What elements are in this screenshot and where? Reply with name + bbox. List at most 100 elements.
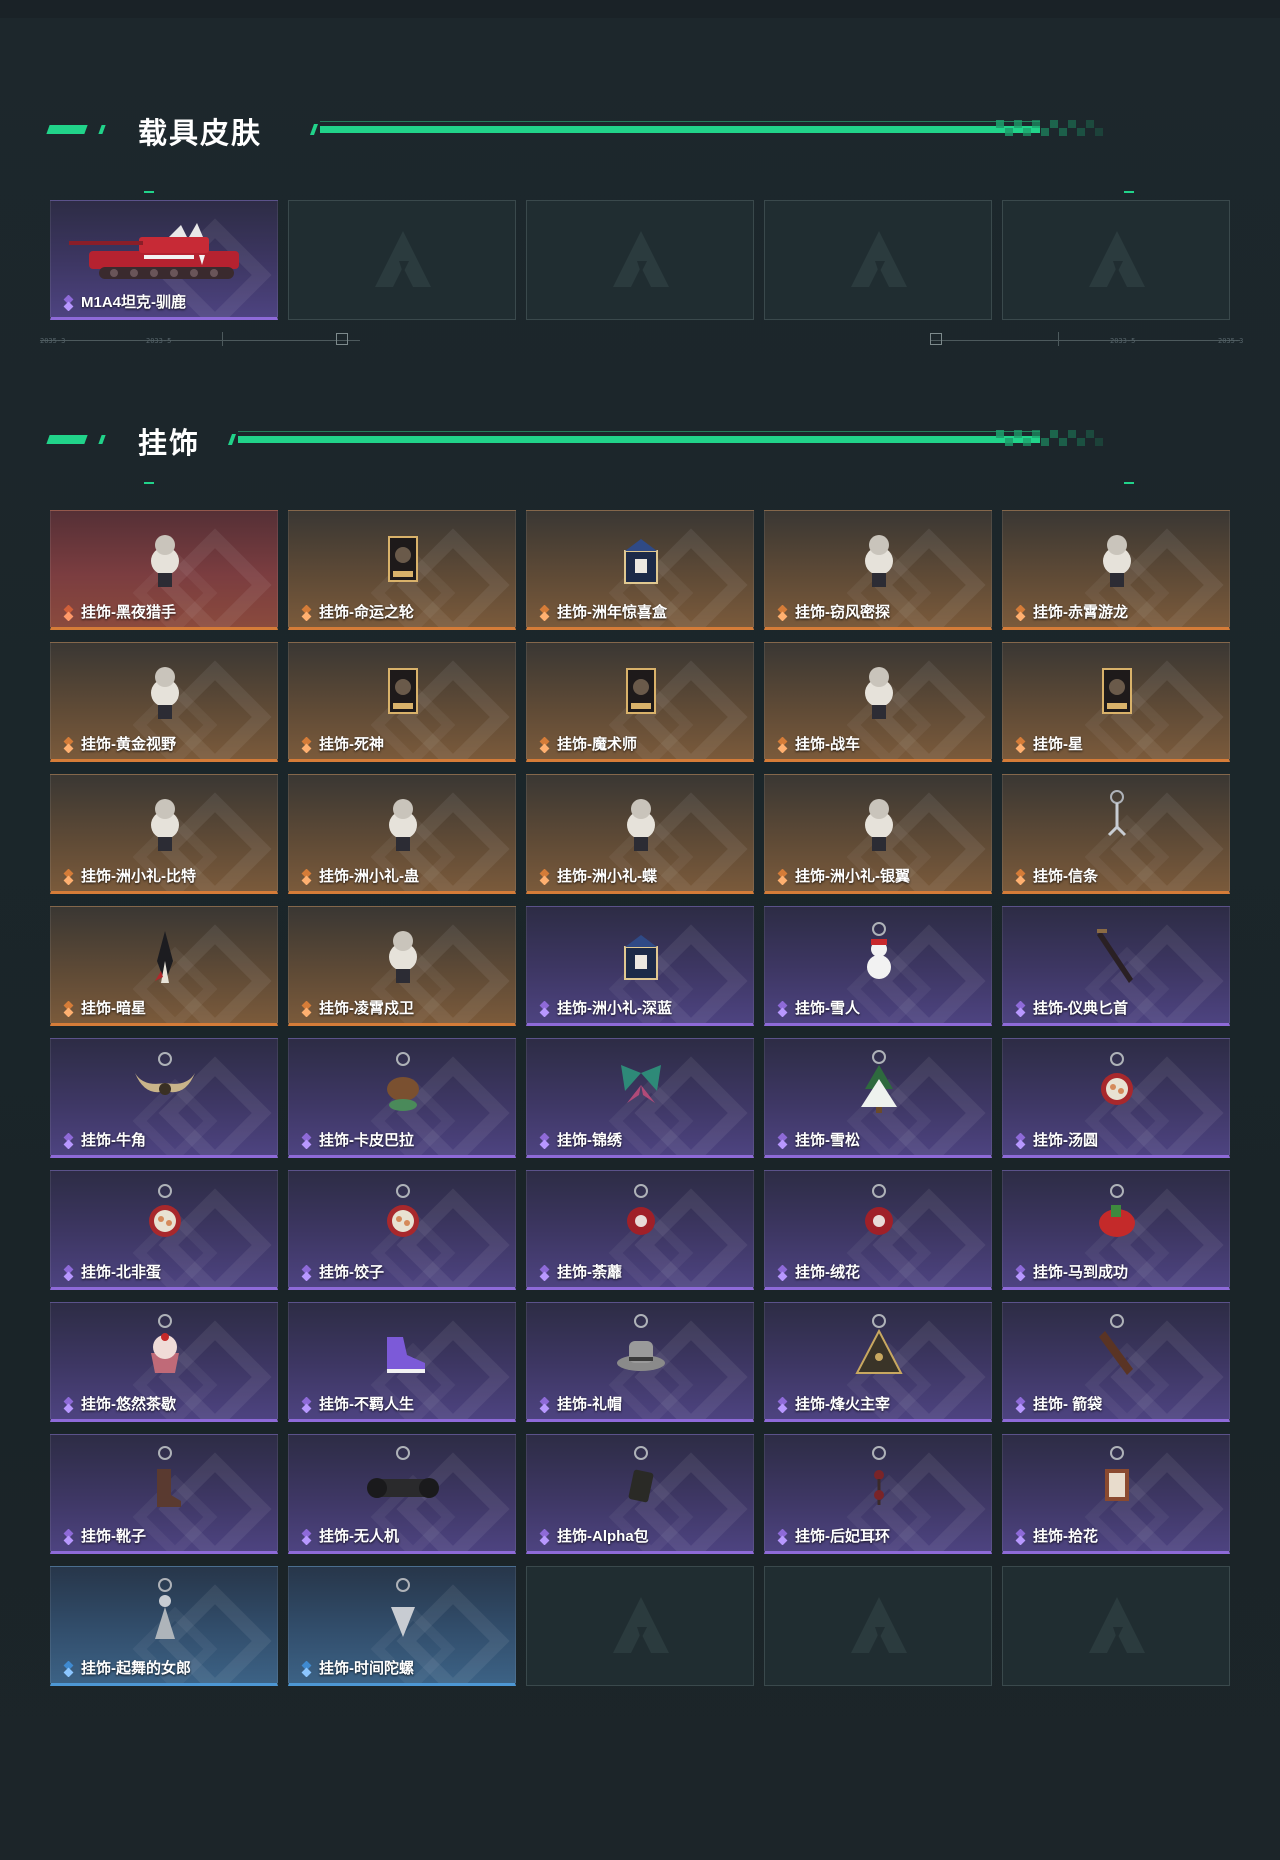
header-thin-line	[238, 431, 1040, 432]
checker-square	[1032, 430, 1040, 438]
pendant-card[interactable]: 挂饰-悠然茶歇	[50, 1302, 278, 1422]
rarity-diamond-icon	[539, 605, 550, 621]
card-label: 挂饰-卡皮巴拉	[319, 1132, 414, 1149]
pendant-card[interactable]: 挂饰-时间陀螺	[288, 1566, 516, 1686]
checker-square	[1095, 438, 1103, 446]
pendant-card[interactable]: 挂饰-无人机	[288, 1434, 516, 1554]
pendant-card[interactable]: 挂饰-洲小礼-蛊	[288, 774, 516, 894]
pendant-card[interactable]: 挂饰-洲小礼-银翼	[764, 774, 992, 894]
pendant-figure-icon	[151, 799, 179, 851]
pendant-card[interactable]: 挂饰-饺子	[288, 1170, 516, 1290]
pendant-pyramid-icon	[855, 1314, 903, 1374]
pendant-card[interactable]: 挂饰-Alpha包	[526, 1434, 754, 1554]
checker-square	[1041, 128, 1049, 136]
pendant-card[interactable]: 挂饰-魔术师	[526, 642, 754, 762]
card-label: 挂饰-暗星	[81, 1000, 146, 1017]
card-label: 挂饰-饺子	[319, 1264, 384, 1281]
pendant-bowl-icon	[149, 1184, 181, 1237]
pendant-card[interactable]: 挂饰-信条	[1002, 774, 1230, 894]
pendant-dagger-icon	[1097, 929, 1133, 983]
rarity-diamond-icon	[63, 1661, 74, 1677]
pendant-card[interactable]: 挂饰-靴子	[50, 1434, 278, 1554]
pendant-card[interactable]: 挂饰-命运之轮	[288, 510, 516, 630]
pendant-card[interactable]: 挂饰-战车	[764, 642, 992, 762]
pendant-card[interactable]: 挂饰-窃风密探	[764, 510, 992, 630]
card-label: 挂饰-洲小礼-蛊	[319, 868, 419, 885]
rarity-diamond-icon	[539, 1529, 550, 1545]
section-title: 挂饰	[138, 428, 201, 460]
deco-divider	[930, 340, 1240, 341]
pendant-card[interactable]: 挂饰- 箭袋	[1002, 1302, 1230, 1422]
checker-square	[996, 430, 1004, 438]
pendant-card[interactable]: 挂饰-牛角	[50, 1038, 278, 1158]
pendant-card[interactable]: 挂饰-星	[1002, 642, 1230, 762]
rarity-diamond-icon	[1015, 737, 1026, 753]
vehicle-card-m1a4-reindeer[interactable]: M1A4坦克-驯鹿	[50, 200, 278, 320]
rarity-diamond-icon	[777, 1529, 788, 1545]
pendant-snowman-icon	[867, 922, 891, 979]
header-checker-pattern	[996, 120, 1196, 136]
deco-square	[336, 333, 348, 345]
pendant-sneaker-icon	[387, 1337, 425, 1373]
rarity-diamond-icon	[63, 605, 74, 621]
tick-mark	[1124, 482, 1134, 484]
pendant-card[interactable]: 挂饰-洲年惊喜盒	[526, 510, 754, 630]
pendant-card[interactable]: 挂饰-洲小礼-深蓝	[526, 906, 754, 1026]
tank-icon	[69, 223, 239, 279]
pendant-card[interactable]: 挂饰-洲小礼-比特	[50, 774, 278, 894]
card-label: 挂饰-后妃耳环	[795, 1528, 890, 1545]
pendant-card[interactable]: 挂饰-荼蘼	[526, 1170, 754, 1290]
pendant-card[interactable]: 挂饰-马到成功	[1002, 1170, 1230, 1290]
deco-label: 2035-3	[1218, 337, 1244, 345]
pendant-card[interactable]: 挂饰-赤霄游龙	[1002, 510, 1230, 630]
pendant-card[interactable]: 挂饰-雪人	[764, 906, 992, 1026]
pendant-capybara-icon	[387, 1052, 419, 1111]
pendant-top-icon	[391, 1578, 415, 1637]
pendant-card[interactable]: 挂饰-汤圆	[1002, 1038, 1230, 1158]
pendant-card[interactable]: 挂饰-锦绣	[526, 1038, 754, 1158]
pendant-card[interactable]: 挂饰-拾花	[1002, 1434, 1230, 1554]
rarity-diamond-icon	[1015, 1265, 1026, 1281]
pendant-card[interactable]: 挂饰-洲小礼-蝶	[526, 774, 754, 894]
pendant-dancer-icon	[155, 1578, 175, 1639]
header-line	[238, 436, 1040, 443]
pendant-card[interactable]: 挂饰-黑夜猎手	[50, 510, 278, 630]
card-label: 挂饰-洲小礼-银翼	[795, 868, 910, 885]
pendant-card[interactable]: 挂饰-不羁人生	[288, 1302, 516, 1422]
pendant-card[interactable]: 挂饰-烽火主宰	[764, 1302, 992, 1422]
pendant-charm-icon	[1107, 790, 1127, 837]
card-label: 挂饰-锦绣	[557, 1132, 622, 1149]
checker-square	[1059, 128, 1067, 136]
pendant-horns-icon	[135, 1052, 195, 1095]
pendant-figure-icon	[389, 799, 417, 851]
pendant-card[interactable]: 挂饰-暗星	[50, 906, 278, 1026]
checker-square	[1086, 430, 1094, 438]
pendant-card[interactable]: 挂饰-绒花	[764, 1170, 992, 1290]
pendant-card[interactable]: 挂饰-死神	[288, 642, 516, 762]
pendant-card[interactable]: 挂饰-仪典匕首	[1002, 906, 1230, 1026]
card-label: 挂饰-凌霄戍卫	[319, 1000, 414, 1017]
empty-slot	[526, 1566, 754, 1686]
pendant-card[interactable]: 挂饰-后妃耳环	[764, 1434, 992, 1554]
pendant-boot-icon	[157, 1446, 181, 1507]
pendant-card[interactable]: 挂饰-起舞的女郎	[50, 1566, 278, 1686]
pendant-card[interactable]: 挂饰-礼帽	[526, 1302, 754, 1422]
rarity-diamond-icon	[301, 1001, 312, 1017]
pendant-horse-icon	[1099, 1184, 1135, 1237]
pendant-card[interactable]: 挂饰-黄金视野	[50, 642, 278, 762]
checker-square	[1068, 430, 1076, 438]
card-label: 挂饰-悠然茶歇	[81, 1396, 176, 1413]
checker-square	[1023, 128, 1031, 136]
pendant-card[interactable]: 挂饰-凌霄戍卫	[288, 906, 516, 1026]
pendant-card[interactable]: 挂饰-卡皮巴拉	[288, 1038, 516, 1158]
pendant-card[interactable]: 挂饰-雪松	[764, 1038, 992, 1158]
card-label: 挂饰-礼帽	[557, 1396, 622, 1413]
card-label: 挂饰-仪典匕首	[1033, 1000, 1128, 1017]
card-label: 挂饰-星	[1033, 736, 1083, 753]
placeholder-logo-icon	[1089, 231, 1145, 287]
pendant-figure-icon	[627, 799, 655, 851]
pendant-card[interactable]: 挂饰-北非蛋	[50, 1170, 278, 1290]
checker-square	[1023, 438, 1031, 446]
rarity-diamond-icon	[777, 605, 788, 621]
pendant-feather-icon	[155, 931, 173, 983]
